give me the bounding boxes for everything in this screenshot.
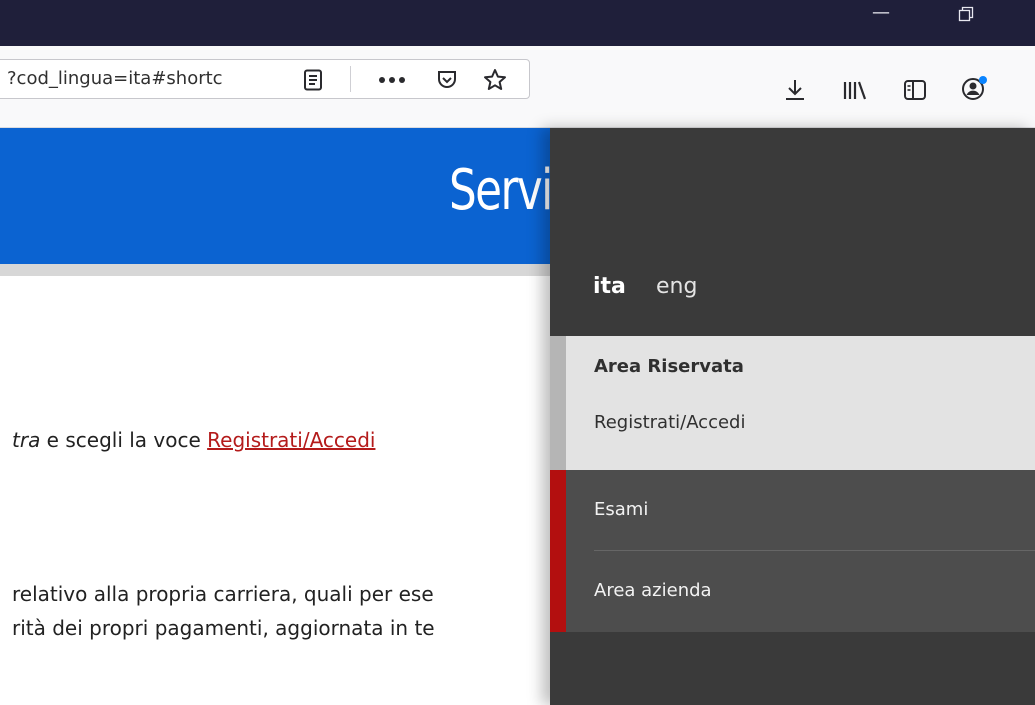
career-paragraph-line2: rità dei propri pagamenti, aggiornata in… [12,616,435,640]
career-paragraph-line1: relativo alla propria carriera, quali pe… [12,582,434,606]
library-icon[interactable] [840,75,870,105]
bookmark-star-icon[interactable] [481,66,509,94]
register-login-menu-item[interactable]: Registrati/Accedi [594,412,745,433]
download-icon[interactable] [780,75,810,105]
instructions-italic: tra [12,428,41,452]
url-text[interactable]: ?cod_lingua=ita#shortc [7,60,269,98]
more-actions-icon[interactable] [375,68,409,92]
window-title-bar: — [0,0,1035,46]
instructions-paragraph: tra e scegli la voce Registrati/Accedi [12,428,375,452]
side-menu-panel: ita eng Area Riservata Registrati/Accedi… [550,128,1035,705]
language-eng[interactable]: eng [656,274,697,299]
pocket-icon[interactable] [434,67,460,93]
reader-view-icon[interactable] [301,68,325,92]
register-login-link[interactable]: Registrati/Accedi [207,428,375,452]
reserved-area-title: Area Riservata [594,356,744,377]
banner-divider [0,264,560,276]
menu-divider [594,550,1035,551]
urlbar-separator [350,66,351,92]
account-icon[interactable] [958,72,992,106]
active-section-indicator [550,470,566,632]
menu-item-esami[interactable]: Esami [594,499,648,520]
instructions-text: e scegli la voce [40,428,208,452]
site-banner: Servi [0,128,560,264]
url-bar[interactable]: ?cod_lingua=ita#shortc [0,59,530,99]
reserved-area-section: Area Riservata Registrati/Accedi [550,336,1035,470]
minimize-icon[interactable]: — [858,0,904,30]
main-menu-section: Esami Area azienda [550,470,1035,632]
banner-title: Servi [449,158,553,223]
language-ita[interactable]: ita [593,274,626,299]
url-fade [243,60,277,98]
browser-toolbar: ?cod_lingua=ita#shortc [0,46,1035,128]
reserved-area-indicator [550,336,566,470]
restore-icon[interactable] [943,0,989,30]
sidebar-icon[interactable] [900,75,930,105]
menu-item-area-azienda[interactable]: Area azienda [594,580,712,601]
